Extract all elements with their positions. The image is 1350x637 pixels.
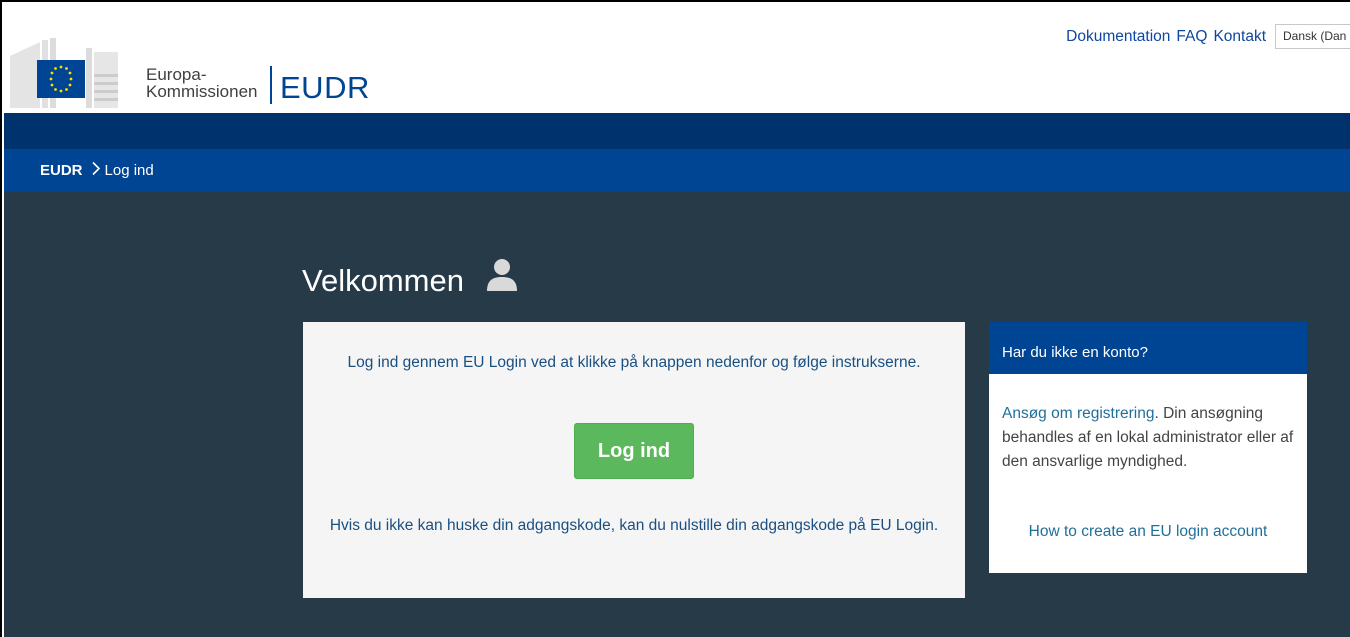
organization-name: Europa- Kommissionen — [146, 66, 258, 100]
register-card-heading: Har du ikke en konto? — [989, 322, 1307, 374]
register-card-body: Ansøg om registrering. Din ansøgning beh… — [989, 374, 1307, 474]
org-name-line2: Kommissionen — [146, 82, 258, 101]
login-instructions-prefix: Log ind gennem — [347, 354, 463, 371]
header-band — [4, 113, 1350, 149]
login-instructions-suffix: ved at klikke på knappen nedenfor og føl… — [526, 354, 921, 371]
faq-link[interactable]: FAQ — [1176, 28, 1207, 46]
top-links: Dokumentation FAQ Kontakt Dansk (Dan — [1066, 24, 1350, 49]
breadcrumb-current: Log ind — [104, 162, 154, 179]
breadcrumb: EUDR Log ind — [4, 149, 1350, 192]
login-card: Log ind gennem EU Login ved at klikke på… — [303, 322, 965, 598]
page-frame: Europa- Kommissionen EUDR Dokumentation … — [0, 0, 1350, 637]
main-content: Velkommen Log ind gennem EU Login ved at… — [4, 192, 1350, 637]
register-card: Har du ikke en konto? Ansøg om registrer… — [989, 322, 1307, 573]
contact-link[interactable]: Kontakt — [1213, 28, 1266, 46]
login-button[interactable]: Log ind — [574, 423, 694, 479]
documentation-link[interactable]: Dokumentation — [1066, 28, 1170, 46]
page-title: Velkommen — [302, 259, 518, 300]
logo-divider — [270, 66, 272, 104]
org-name-line1: Europa- — [146, 65, 207, 84]
login-instructions: Log ind gennem EU Login ved at klikke på… — [343, 351, 925, 374]
eu-login-link[interactable]: EU Login — [463, 354, 527, 371]
user-icon — [486, 258, 518, 300]
language-select[interactable]: Dansk (Dan — [1275, 24, 1350, 49]
page-title-text: Velkommen — [302, 263, 464, 298]
password-reset-link[interactable]: Hvis du ikke kan huske din adgangskode, … — [323, 514, 945, 538]
site-header: Europa- Kommissionen EUDR Dokumentation … — [4, 4, 1350, 113]
european-commission-logo[interactable] — [10, 38, 118, 110]
create-account-help-link[interactable]: How to create an EU login account — [989, 523, 1307, 541]
app-name[interactable]: EUDR — [280, 70, 370, 106]
breadcrumb-root-link[interactable]: EUDR — [40, 162, 83, 179]
register-link[interactable]: Ansøg om registrering — [1002, 405, 1154, 422]
chevron-right-icon — [91, 161, 101, 180]
